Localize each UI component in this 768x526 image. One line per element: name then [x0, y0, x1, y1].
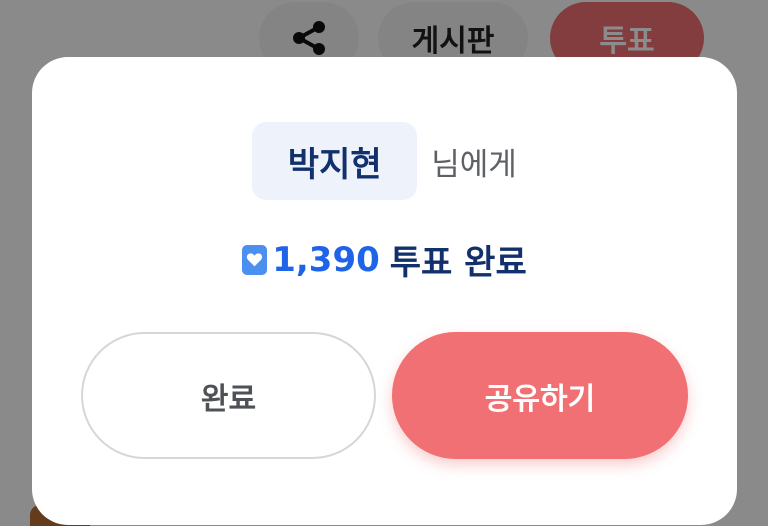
vote-summary: 1,390 투표 완료 — [32, 235, 737, 284]
done-button[interactable]: 완료 — [81, 332, 376, 459]
vote-complete-text: 투표 완료 — [389, 243, 527, 283]
recipient-row: 박지현 님에게 — [32, 122, 737, 200]
recipient-name: 박지현 — [252, 122, 418, 200]
share-button[interactable]: 공유하기 — [392, 332, 688, 459]
vote-complete-dialog: 박지현 님에게 1,390 투표 완료 완료 공유하기 — [32, 57, 737, 525]
vote-count: 1,390 — [272, 239, 380, 280]
recipient-suffix: 님에게 — [431, 146, 517, 183]
heart-badge-icon — [242, 244, 268, 275]
